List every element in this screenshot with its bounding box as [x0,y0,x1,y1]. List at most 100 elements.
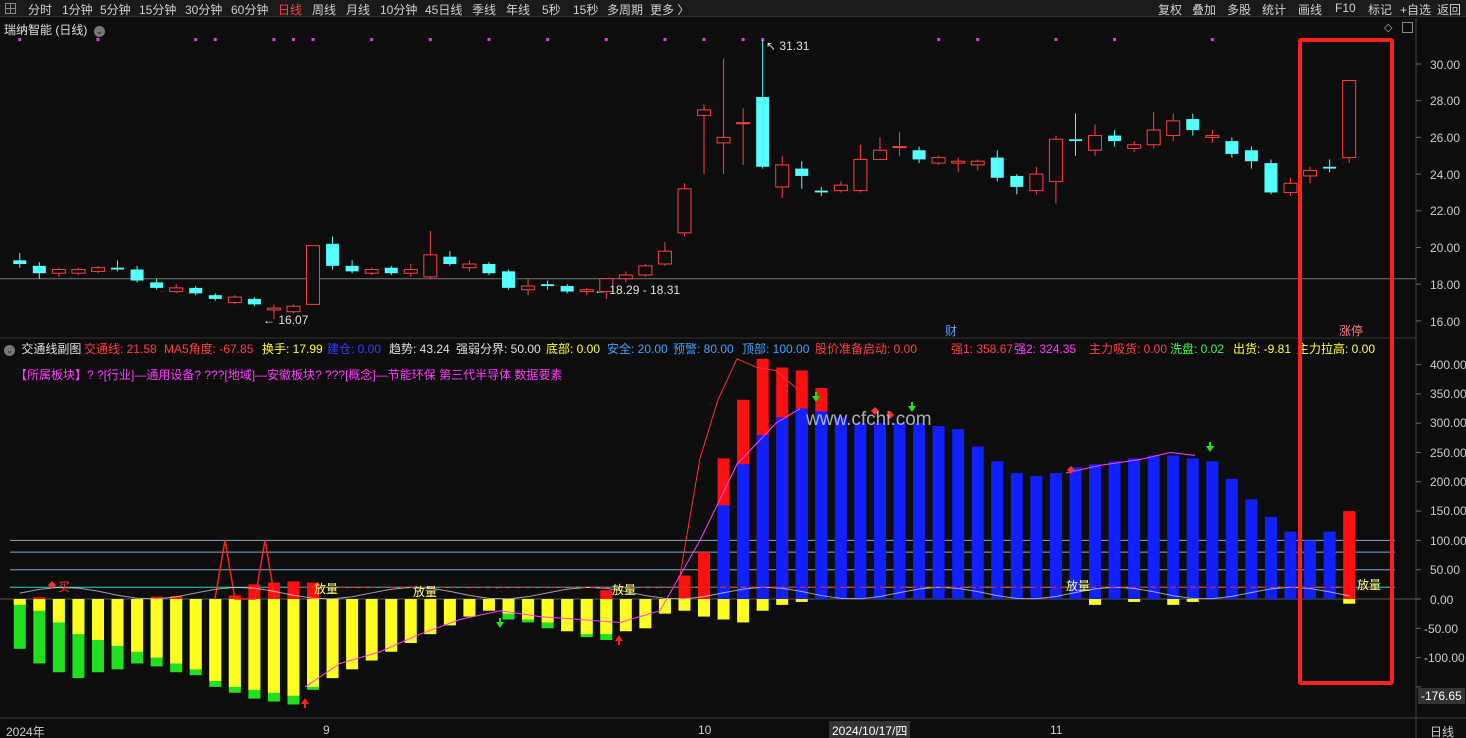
indicator-bar-blue [1225,478,1238,599]
candle-body [521,285,536,291]
indicator-bar-red [248,584,261,599]
indicator-bar-blue [1186,458,1199,599]
indicator-bar-blue [991,461,1004,599]
signal-dot [291,38,295,41]
signal-dot [487,38,491,41]
candle-body [208,295,222,299]
indicator-bar-green [13,599,26,649]
indicator-bar-yellow [1089,599,1102,605]
candle-body [1264,163,1278,193]
diamond-icon[interactable]: ◇ [1384,21,1392,34]
candle-body [384,267,398,274]
indicator-bar-blue [952,429,965,599]
candle-body [951,160,966,164]
candle-body [716,136,731,144]
indicator-bar-yellow [795,599,808,602]
candle-body [560,286,574,292]
indicator-bar-blue [873,423,886,599]
indicator-value: 强弱分界: 50.00 [456,342,541,356]
candle-body [853,158,868,192]
indicator-bar-yellow [209,599,222,682]
signal-dot [311,38,315,41]
indicator-menu-icon[interactable]: ⌄ [4,345,15,356]
indicator-bar-yellow [561,599,574,632]
candle-body [872,149,887,160]
candle-body [286,305,301,313]
indicator-bar-blue [1089,464,1102,599]
low-price-label: ← 16.07 [263,313,309,327]
candle-body [364,269,379,274]
candle-body [657,250,672,265]
period-label[interactable]: 日线 [1430,723,1454,738]
x-label-year: 2024年 [6,725,45,738]
candle-body [247,298,261,305]
indicator-value: 趋势: 43.24 [389,342,450,356]
signal-dot [1210,38,1214,41]
indicator-bar-red [33,597,46,599]
candle-body [482,264,496,274]
indicator-bar-yellow [326,599,339,679]
watermark: www.cfchi.com [806,409,932,430]
indicator-bar-yellow [307,599,320,687]
stock-title: 瑞纳智能 (日线) [4,23,88,37]
candle-body [1225,141,1239,154]
signal-dot [604,38,608,41]
indicator-bar-blue [1030,475,1043,599]
candle-body [32,265,46,274]
candle-body [306,245,321,305]
indicator-value: 主力吸货: 0.00 [1089,342,1168,356]
x-label-oct: 10 [698,723,712,737]
candle-body [677,188,692,234]
indicator-bar-yellow [737,599,750,623]
candle-body [266,307,281,311]
indicator-bar-yellow [287,599,300,696]
indicator-tick: 100.00 [1430,534,1466,548]
indicator-bar-yellow [678,599,691,611]
candle-body [1283,182,1298,193]
candle-body [990,157,1004,178]
indicator-bar-yellow [776,599,789,605]
candle-body [423,254,438,278]
indicator-bar-blue [834,417,847,599]
indicator-bar-yellow [541,599,554,623]
indicator-value: 交通线: 21.58 [84,342,157,356]
indicator-value: 顶部: 100.00 [742,342,810,356]
indicator-bar-red [698,552,711,599]
indicator-bar-yellow [756,599,769,611]
price-tick: 22.00 [1430,204,1461,218]
indicator-bar-yellow [522,599,535,620]
indicator-value: 强2: 324.35 [1014,342,1077,356]
signal-dot [370,38,374,41]
candle-body [697,109,712,116]
indicator-bar-blue [717,505,730,599]
candle-body [931,157,946,164]
indicator-bar-blue [737,464,750,599]
current-value-box: -176.65 [1418,688,1465,704]
candle-body [892,146,907,149]
signal-dot [18,38,22,41]
cai-marker[interactable]: 财 [945,322,957,339]
indicator-bar-yellow [33,599,46,611]
indicator-bar-yellow [717,599,730,620]
indicator-bar-yellow [91,599,104,641]
candle-body [1068,139,1082,142]
signal-dot [976,38,980,41]
candle-body [1108,135,1122,142]
chevron-down-icon[interactable]: ⌄ [93,26,105,37]
signal-dot [1054,38,1058,41]
candle-body [189,287,203,294]
indicator-bar-blue [1128,458,1141,599]
highlight-box [1298,38,1394,685]
candle-body [912,150,926,160]
indicator-bar-blue [795,408,808,599]
signal-dot [96,38,100,41]
signal-dot [1113,38,1117,41]
indicator-tick: 200.00 [1430,475,1466,489]
indicator-bar-yellow [52,599,65,623]
indicator-bar-yellow [1167,599,1180,605]
sector-info: 【所属板块】? ?[行业]—通用设备? ???[地域]—安徽板块? ???[概念… [15,368,563,382]
indicator-bar-blue [1245,499,1258,599]
indicator-value: 预警: 80.00 [673,342,734,356]
expand-icon[interactable] [1402,22,1413,33]
candle-body [13,260,27,265]
